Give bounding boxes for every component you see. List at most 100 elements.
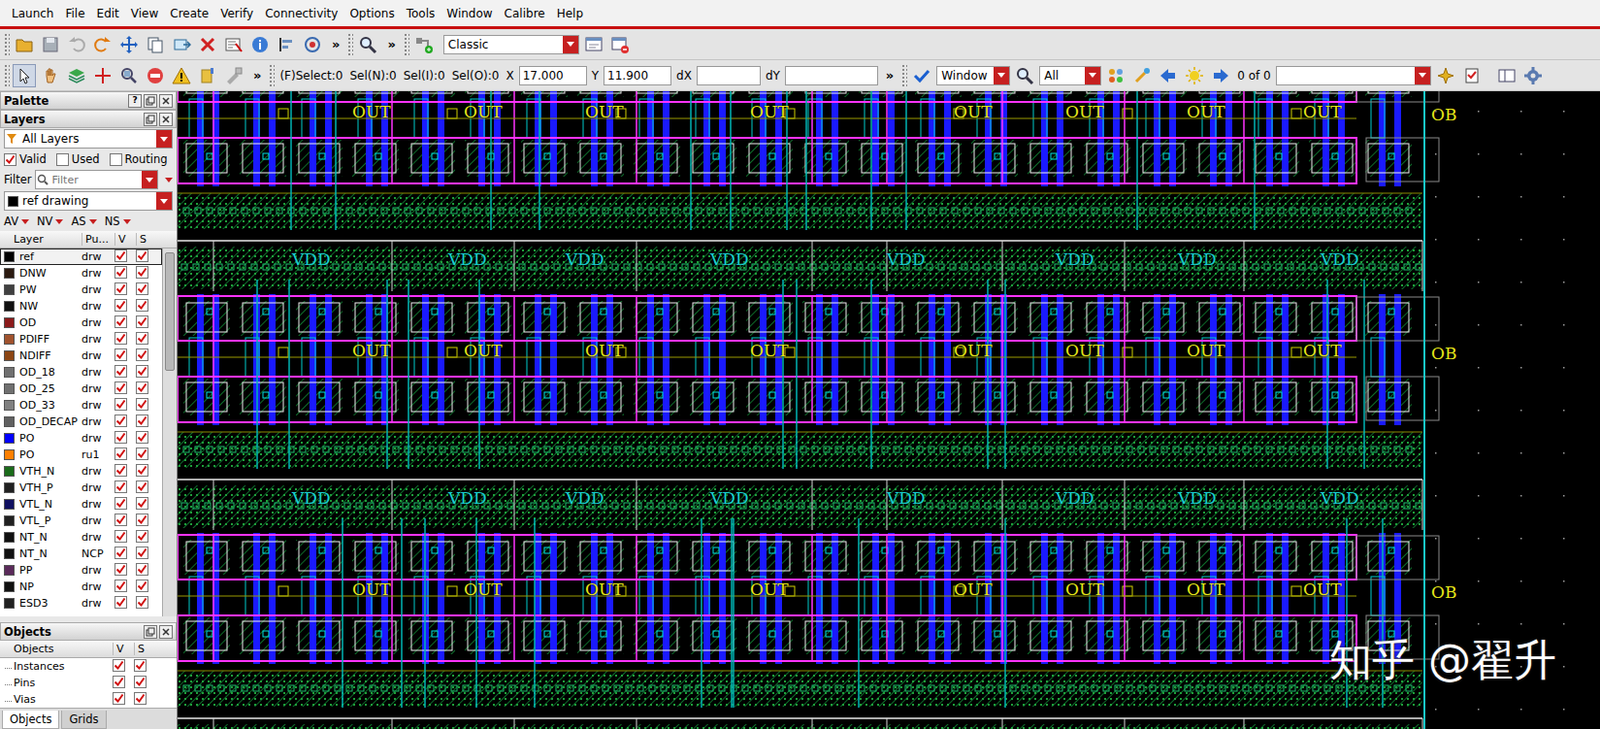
open-folder-icon[interactable] — [12, 32, 36, 57]
scrollbar-thumb[interactable] — [164, 252, 175, 371]
object-row[interactable]: Vias — [0, 690, 177, 708]
menu-item[interactable]: File — [59, 6, 91, 21]
window-icon[interactable] — [582, 32, 606, 57]
layer-row[interactable]: NDIFFdrw — [0, 347, 163, 364]
zoom-mode-dropdown[interactable]: Window — [936, 65, 1011, 86]
layer-row[interactable]: VTH_Ndrw — [0, 462, 163, 480]
layer-row[interactable]: POru1 — [0, 446, 163, 463]
selectable-checkbox[interactable] — [133, 691, 147, 705]
layout-canvas[interactable]: OUTOUTOUTOUTOUTOUTOUTOUTOBVDDVDDVDDVDDVD… — [177, 91, 1600, 729]
visible-checkbox[interactable] — [112, 691, 126, 705]
panel-tab[interactable]: Objects — [1, 710, 60, 729]
layer-row[interactable]: OD_DECAPdrw — [0, 413, 163, 430]
dropdown-arrow-icon[interactable] — [993, 66, 1010, 85]
filter-button[interactable]: Filter — [3, 172, 32, 187]
visible-checkbox[interactable] — [114, 315, 128, 328]
visible-checkbox[interactable] — [114, 579, 128, 592]
layer-row[interactable]: OD_33drw — [0, 396, 163, 414]
menu-item[interactable]: Help — [551, 6, 589, 21]
selectable-checkbox[interactable] — [135, 595, 149, 609]
workspace-dropdown[interactable]: Classic — [443, 34, 580, 55]
column-header[interactable]: Pu... — [81, 232, 115, 246]
checkbox[interactable] — [3, 153, 17, 166]
selectable-checkbox[interactable] — [135, 463, 149, 477]
dropdown-arrow-icon[interactable] — [562, 35, 579, 54]
toolbar-grip-icon[interactable] — [347, 32, 354, 57]
highlight-icon[interactable] — [1130, 64, 1154, 88]
toolbar-grip-icon[interactable] — [3, 64, 10, 88]
layer-row[interactable]: PDIFFdrw — [0, 330, 163, 348]
filter-dropdown[interactable]: All — [1039, 65, 1102, 86]
layer-set-dropdown[interactable]: All Layers — [3, 129, 173, 149]
column-header[interactable]: Objects — [0, 642, 113, 655]
selectable-checkbox[interactable] — [135, 513, 149, 526]
search-icon[interactable] — [1012, 64, 1037, 88]
scrollbar[interactable] — [162, 248, 177, 617]
visibility-menu[interactable]: AS — [70, 214, 97, 229]
visible-checkbox[interactable] — [114, 414, 128, 427]
visible-checkbox[interactable] — [114, 513, 128, 526]
float-icon[interactable] — [143, 624, 158, 639]
stretch-icon[interactable] — [169, 32, 194, 57]
layer-row[interactable]: NT_NNCP — [0, 545, 163, 562]
selectable-checkbox[interactable] — [135, 397, 149, 411]
zoom-icon[interactable] — [356, 32, 380, 57]
route-icon[interactable] — [412, 32, 436, 57]
visible-checkbox[interactable] — [114, 496, 128, 510]
selectable-checkbox[interactable] — [135, 364, 149, 378]
visible-checkbox[interactable] — [114, 480, 128, 493]
help-button[interactable]: ? — [128, 94, 142, 108]
stop-icon[interactable] — [143, 64, 167, 88]
visible-checkbox[interactable] — [114, 562, 128, 576]
selectable-checkbox[interactable] — [135, 249, 149, 262]
select-arrow-icon[interactable] — [12, 64, 36, 88]
dropdown-arrow-icon[interactable] — [21, 219, 30, 225]
move-icon[interactable] — [117, 32, 141, 57]
visible-checkbox[interactable] — [114, 381, 128, 394]
menu-item[interactable]: Tools — [400, 6, 442, 21]
close-icon[interactable] — [159, 112, 173, 127]
visible-checkbox[interactable] — [114, 463, 128, 477]
redo-icon[interactable] — [91, 32, 115, 57]
apply-check-icon[interactable] — [910, 64, 934, 88]
visibility-menu[interactable]: NS — [104, 214, 131, 229]
visible-checkbox[interactable] — [114, 265, 128, 279]
toolbar-grip-icon[interactable] — [3, 32, 10, 57]
selectable-checkbox[interactable] — [135, 414, 149, 427]
column-header[interactable]: V — [112, 642, 134, 655]
hierarchy-icon[interactable] — [300, 32, 325, 57]
toolbar-grip-icon[interactable] — [403, 32, 410, 57]
y-field[interactable]: 11.900 — [603, 65, 672, 86]
selectable-checkbox[interactable] — [135, 546, 149, 559]
checkbox[interactable] — [56, 153, 69, 166]
selectable-checkbox[interactable] — [135, 430, 149, 444]
close-icon[interactable] — [159, 94, 173, 108]
layer-row[interactable]: POdrw — [0, 429, 163, 447]
delete-icon[interactable] — [195, 32, 220, 57]
checkbox[interactable] — [109, 153, 123, 166]
copy-icon[interactable] — [143, 32, 167, 57]
panel-icon[interactable] — [1495, 64, 1519, 88]
object-row[interactable]: Pins — [0, 674, 177, 691]
selectable-checkbox[interactable] — [135, 529, 149, 543]
visibility-menu[interactable]: AV — [3, 214, 30, 229]
visible-checkbox[interactable] — [112, 675, 126, 688]
menu-item[interactable]: Connectivity — [259, 6, 344, 21]
visible-checkbox[interactable] — [114, 348, 128, 361]
palette-icon[interactable] — [1104, 64, 1128, 88]
float-icon[interactable] — [143, 94, 158, 108]
selectable-checkbox[interactable] — [135, 315, 149, 328]
dy-field[interactable] — [784, 65, 879, 86]
option-checkbox[interactable]: Routing — [109, 152, 168, 166]
toolbar-grip-icon[interactable] — [901, 64, 908, 88]
window-close-icon[interactable] — [608, 32, 632, 57]
option-checkbox[interactable]: Valid — [3, 152, 47, 166]
toolbar-grip-icon[interactable] — [268, 64, 275, 88]
layer-row[interactable]: DNWdrw — [0, 264, 163, 282]
column-header[interactable]: S — [135, 232, 158, 246]
layer-row[interactable]: OD_25drw — [0, 380, 163, 397]
overflow-button[interactable]: » — [881, 67, 899, 83]
layer-row[interactable]: NWdrw — [0, 297, 163, 315]
layer-row[interactable]: NPdrw — [0, 578, 163, 595]
object-row[interactable]: Instances — [0, 657, 177, 675]
